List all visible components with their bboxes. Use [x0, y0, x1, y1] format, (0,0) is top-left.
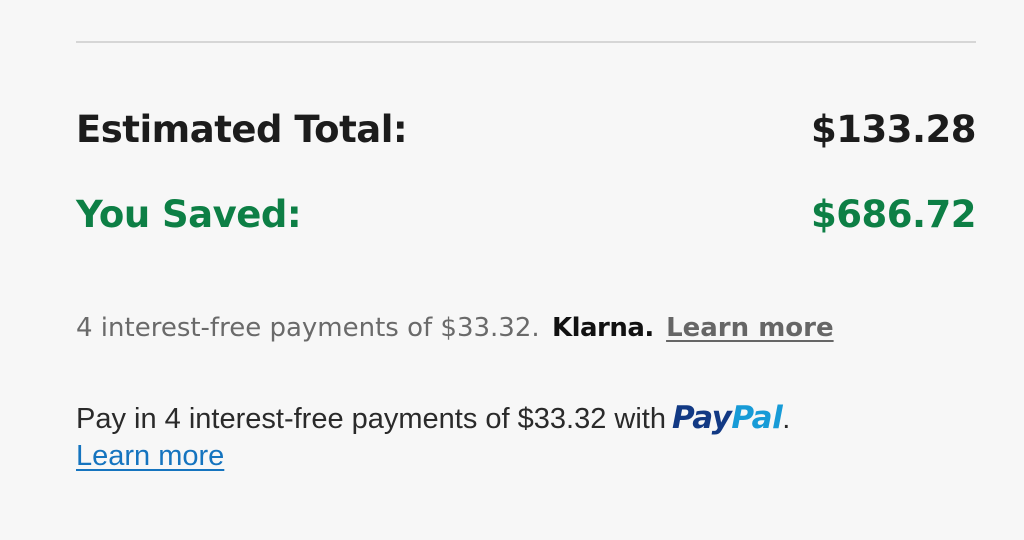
klarna-logo: Klarna.	[551, 313, 654, 343]
paypal-logo: PayPal	[671, 400, 783, 436]
paypal-learn-more-link[interactable]: Learn more	[76, 440, 224, 473]
paypal-installments-message: Pay in 4 interest-free payments of $33.3…	[76, 396, 790, 441]
summary-divider	[76, 41, 976, 43]
estimated-total-label: Estimated Total:	[76, 108, 408, 151]
klarna-installments-message: 4 interest-free payments of $33.32. Klar…	[76, 313, 834, 343]
klarna-learn-more-link[interactable]: Learn more	[666, 313, 834, 343]
you-saved-label: You Saved:	[76, 193, 302, 236]
paypal-logo-pay: Pay	[671, 400, 732, 436]
paypal-period: .	[782, 403, 791, 435]
estimated-total-row: Estimated Total: $133.28	[76, 108, 977, 151]
you-saved-row: You Saved: $686.72	[76, 193, 977, 236]
paypal-logo-pal: Pal	[731, 400, 783, 436]
estimated-total-value: $133.28	[810, 108, 977, 151]
you-saved-value: $686.72	[810, 193, 977, 236]
paypal-installments-text: Pay in 4 interest-free payments of $33.3…	[76, 403, 666, 435]
klarna-installments-text: 4 interest-free payments of $33.32.	[76, 313, 540, 343]
